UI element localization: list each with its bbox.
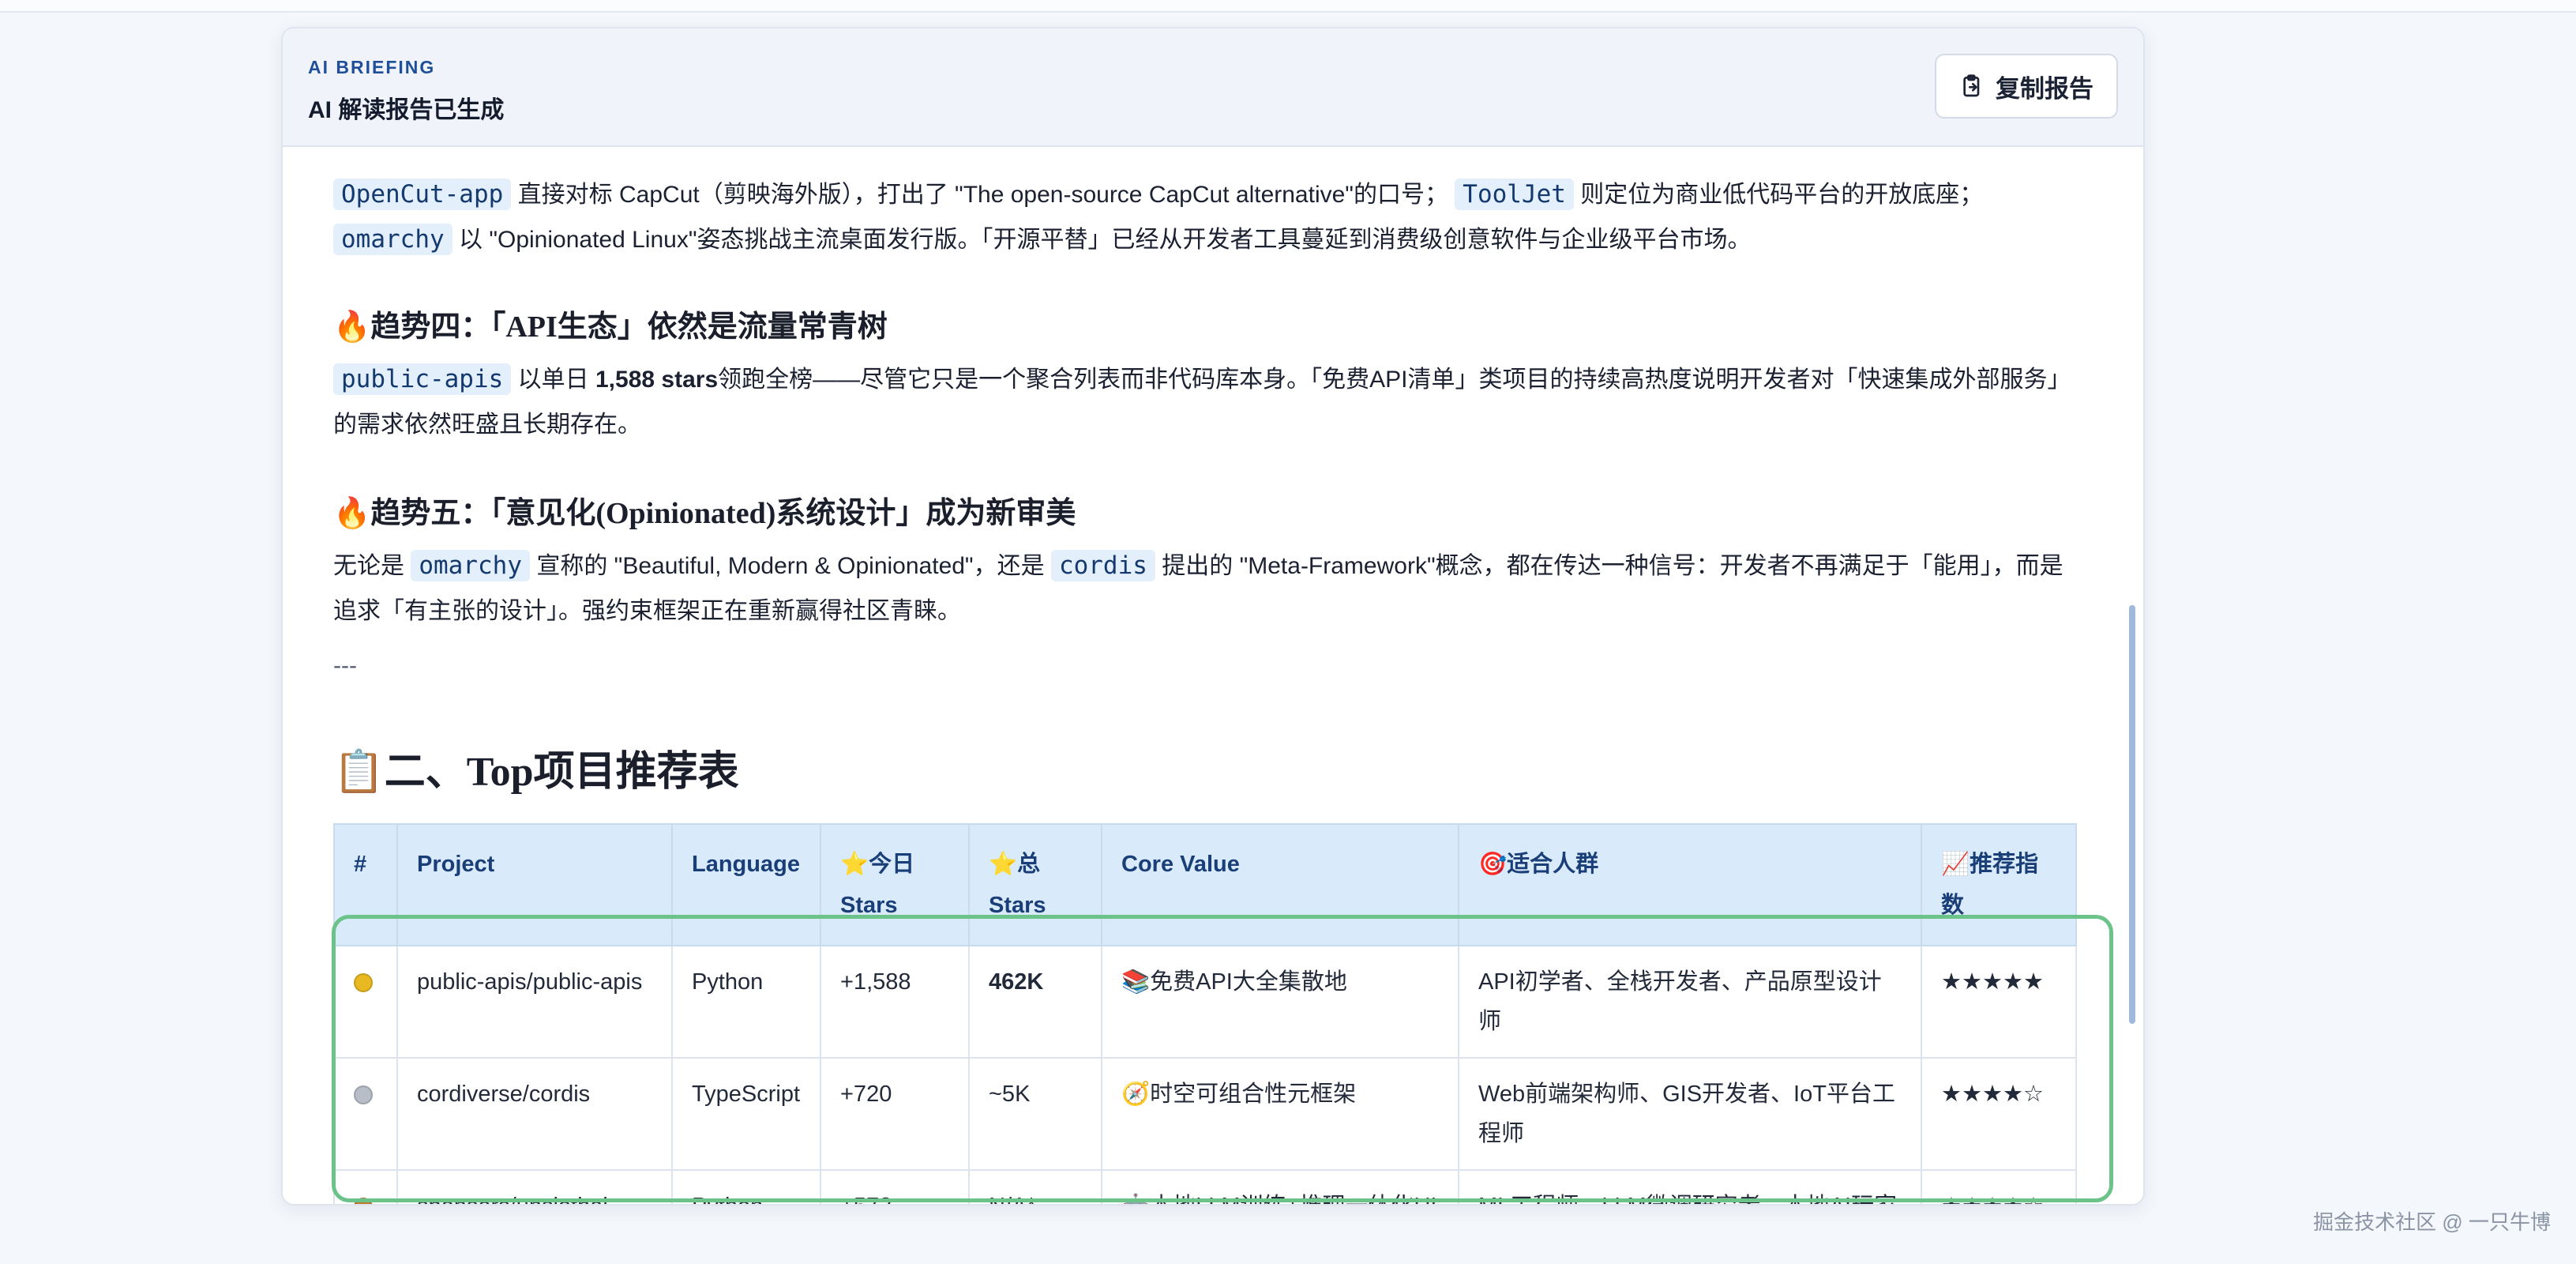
- paragraph-text: 则定位为商业低代码平台的开放底座；: [1580, 182, 1984, 208]
- inline-code: omarchy: [333, 224, 452, 255]
- paragraph-text: 以 "Opinionated Linux"姿态挑战主流桌面发行版。「开源平替」已…: [459, 227, 1752, 253]
- project-cell: cordiverse/cordis: [396, 1057, 673, 1171]
- language-cell: Python: [671, 1169, 821, 1204]
- column-header: 📈推荐指数: [1921, 823, 2077, 946]
- rating-cell: ★★★★☆: [1921, 1169, 2077, 1204]
- today-stars-cell: +572: [820, 1169, 970, 1204]
- panel-title: AI 解读报告已生成: [308, 97, 505, 123]
- rating-cell: ★★★★☆: [1921, 1057, 2077, 1171]
- language-cell: Python: [671, 945, 821, 1059]
- trend5-paragraph: 无论是 omarchy 宣称的 "Beautiful, Modern & Opi…: [333, 544, 2078, 634]
- language-cell: TypeScript: [671, 1057, 821, 1171]
- today-stars-cell: +720: [820, 1057, 970, 1171]
- fire-icon: 🔥: [333, 495, 371, 530]
- column-header: Language: [671, 823, 821, 946]
- heading-text: 趋势五：「意见化(Opinionated)系统设计」成为新审美: [370, 497, 1076, 530]
- paragraph-text: 以单日: [517, 367, 589, 393]
- bronze-medal-icon: [354, 1198, 373, 1204]
- inline-code: ToolJet: [1455, 179, 1574, 210]
- watermark: 掘金技术社区 @ 一只牛博: [2313, 1210, 2551, 1234]
- ai-briefing-panel: AI BRIEFING AI 解读报告已生成 复制报告 OpenCut-app …: [281, 27, 2145, 1206]
- today-stars-cell: +1,588: [820, 945, 970, 1059]
- paragraph-text: 宣称的 "Beautiful, Modern & Opinionated"，还是: [536, 553, 1045, 579]
- rank-cell: [333, 1057, 398, 1171]
- column-header: 🎯适合人群: [1458, 823, 1922, 946]
- trend5-heading: 🔥趋势五：「意见化(Opinionated)系统设计」成为新审美: [333, 488, 1076, 532]
- table-row: sponsors/unslothai Python +572 N/A* 🤖本地L…: [333, 1169, 2077, 1204]
- core-value-cell: 📚免费API大全集散地: [1101, 945, 1459, 1059]
- core-value-cell: 🧭时空可组合性元框架: [1101, 1057, 1459, 1171]
- paragraph-text: 直接对标 CapCut（剪映海外版），打出了 "The open-source …: [517, 182, 1448, 208]
- total-stars-cell: 462K: [968, 945, 1102, 1059]
- gold-medal-icon: [354, 973, 373, 992]
- clipboard-icon: 📋: [333, 748, 385, 796]
- inline-code: public-apis: [333, 363, 512, 395]
- inline-code: omarchy: [411, 550, 530, 581]
- table-row: cordiverse/cordis TypeScript +720 ~5K 🧭时…: [333, 1057, 2077, 1171]
- copy-report-button[interactable]: 复制报告: [1935, 54, 2118, 118]
- rank-cell: [333, 945, 398, 1059]
- heading-text: 二、Top项目推荐表: [384, 750, 739, 795]
- silver-medal-icon: [354, 1085, 373, 1104]
- total-stars-cell: N/A*: [968, 1169, 1102, 1204]
- scrollbar-thumb[interactable]: [2129, 605, 2135, 1024]
- column-header: ⭐今日 Stars: [820, 823, 970, 946]
- report-content[interactable]: OpenCut-app 直接对标 CapCut（剪映海外版），打出了 "The …: [283, 147, 2143, 1204]
- paragraph-text: 领跑全榜——尽管它只是一个聚合列表而非代码库本身。「免费API清单」类项目的持续…: [333, 367, 2071, 438]
- column-header: Project: [396, 823, 673, 946]
- intro-paragraph: OpenCut-app 直接对标 CapCut（剪映海外版），打出了 "The …: [333, 172, 2078, 262]
- bold-text: 1,588 stars: [595, 367, 719, 393]
- total-stars-cell: ~5K: [968, 1057, 1102, 1171]
- audience-cell: Web前端架构师、GIS开发者、IoT平台工程师: [1458, 1057, 1922, 1171]
- column-header: Core Value: [1101, 823, 1459, 946]
- inline-code: OpenCut-app: [333, 179, 512, 210]
- rating-cell: ★★★★★: [1921, 945, 2077, 1059]
- heading-text: 趋势四：「API生态」依然是流量常青树: [370, 310, 888, 344]
- clipboard-copy-icon: [1963, 74, 1980, 97]
- column-header: ⭐总 Stars: [968, 823, 1102, 946]
- eyebrow-label: AI BRIEFING: [308, 57, 436, 77]
- trend4-heading: 🔥趋势四：「API生态」依然是流量常青树: [333, 302, 888, 345]
- panel-header: AI BRIEFING AI 解读报告已生成 复制报告: [283, 28, 2143, 147]
- vertical-scrollbar[interactable]: [2127, 147, 2137, 1198]
- rank-cell: [333, 1169, 398, 1204]
- project-cell: public-apis/public-apis: [396, 945, 673, 1059]
- copy-report-label: 复制报告: [1996, 74, 2093, 103]
- table-header-row: # Project Language ⭐今日 Stars ⭐总 Stars Co…: [333, 823, 2077, 946]
- paragraph-text: 无论是: [333, 553, 404, 579]
- top-projects-table: # Project Language ⭐今日 Stars ⭐总 Stars Co…: [333, 823, 2077, 1204]
- audience-cell: ML工程师、LLM微调研究者、本地AI玩家: [1458, 1169, 1922, 1204]
- core-value-cell: 🤖本地LLM训练+推理一体化UI: [1101, 1169, 1459, 1204]
- table-row: public-apis/public-apis Python +1,588 46…: [333, 945, 2077, 1059]
- top-rule: [0, 0, 2576, 13]
- trend4-paragraph: public-apis 以单日 1,588 stars领跑全榜——尽管它只是一个…: [333, 357, 2078, 447]
- column-header: #: [333, 823, 398, 946]
- audience-cell: API初学者、全栈开发者、产品原型设计师: [1458, 945, 1922, 1059]
- project-cell: sponsors/unslothai: [396, 1169, 673, 1204]
- fire-icon: 🔥: [333, 309, 371, 344]
- markdown-divider: ---: [333, 653, 357, 679]
- section-heading: 📋二、Top项目推荐表: [333, 738, 739, 797]
- inline-code: cordis: [1050, 550, 1155, 581]
